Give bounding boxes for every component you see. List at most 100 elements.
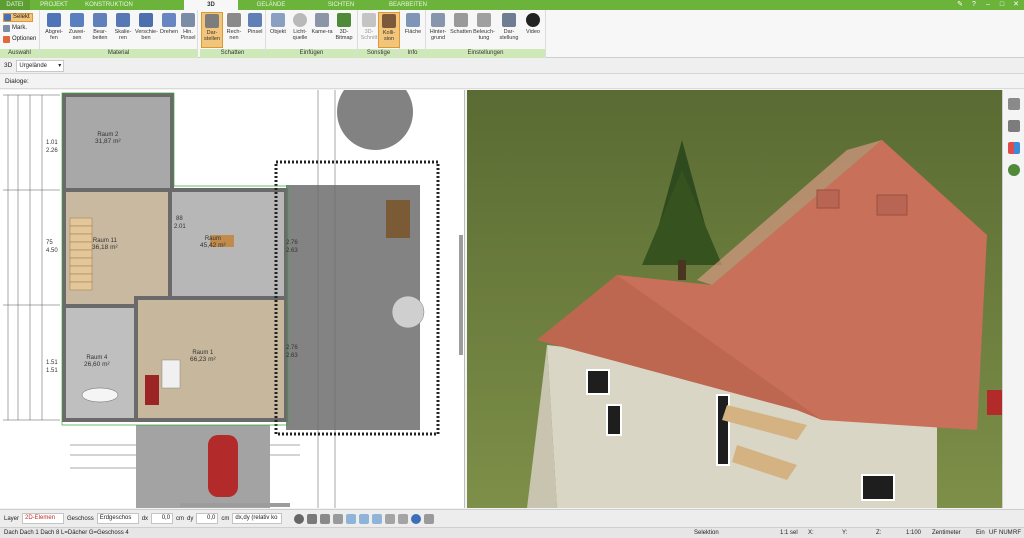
btn-abgreifen[interactable]: Abgrei-fen: [43, 12, 65, 48]
btn-schatten-settings[interactable]: Schatten: [450, 12, 472, 48]
btn-zuweisen[interactable]: Zuwei-sen: [66, 12, 88, 48]
status-y: Y:: [842, 530, 848, 536]
close-icon[interactable]: ✕: [1012, 1, 1020, 9]
tab-sichten[interactable]: SICHTEN: [304, 0, 378, 10]
side-tool-strip: [1002, 90, 1024, 508]
pin-icon[interactable]: ✎: [956, 1, 964, 9]
mark-icon: [3, 25, 10, 32]
minimize-icon[interactable]: –: [984, 1, 992, 9]
group-einfuegen: Objekt Licht-quelle Kame-ra 3D-Bitmap Ei…: [266, 10, 358, 58]
btn-video-label: Video: [526, 29, 540, 35]
btn-objekt[interactable]: Objekt: [267, 12, 289, 48]
tab-datei[interactable]: DATEI: [0, 0, 30, 10]
group-label-schatten: Schatten: [200, 49, 265, 58]
tab-gelaende[interactable]: GELÄNDE: [238, 0, 304, 10]
object-snap-icon[interactable]: [333, 513, 344, 524]
btn-kollision[interactable]: Kolli-sion: [378, 12, 400, 48]
dimension-label: 1.51: [46, 360, 58, 366]
btn-pinsel[interactable]: Pinsel: [244, 12, 266, 48]
dimension-label: 1.51: [46, 368, 58, 374]
house-shadow-icon: [454, 13, 468, 27]
help-icon[interactable]: ?: [970, 1, 978, 9]
mark-item[interactable]: Mark.: [3, 24, 27, 33]
snap-icon[interactable]: [307, 513, 318, 524]
layers-icon[interactable]: [1008, 98, 1020, 110]
status-num: NUM: [999, 530, 1013, 536]
chair-catalog-icon[interactable]: [1008, 120, 1020, 132]
layer-select[interactable]: 2D-Elemen: [22, 513, 65, 524]
move-icon: [139, 13, 153, 27]
tab-projekt[interactable]: PROJEKT: [30, 0, 78, 10]
btn-lichtquelle[interactable]: Licht-quelle: [289, 12, 311, 48]
btn-drehen[interactable]: Drehen: [158, 12, 180, 48]
plane-snap-icon[interactable]: [372, 513, 383, 524]
btn-rechnen[interactable]: Rech-nen: [223, 12, 245, 48]
dx-input[interactable]: 0,0: [151, 513, 174, 524]
floor-select[interactable]: Erdgeschos: [96, 513, 139, 524]
dimension-icon[interactable]: [398, 513, 409, 524]
brush-icon: [181, 13, 195, 27]
btn-darstellen[interactable]: Dar-stellen: [201, 12, 223, 48]
dy-unit: cm: [221, 515, 230, 522]
group-label-auswahl: Auswahl: [0, 49, 39, 58]
options-item[interactable]: Optionen: [3, 35, 36, 44]
play-icon: [526, 13, 540, 27]
btn-skalieren[interactable]: Skalie-ren: [112, 12, 134, 48]
btn-3d-schnitt-label: 3D-Schnitt: [360, 29, 378, 41]
clock-icon[interactable]: [294, 513, 305, 524]
btn-3d-bitmap[interactable]: 3D-Bitmap: [333, 12, 355, 48]
table-icon[interactable]: [385, 513, 396, 524]
export-icon[interactable]: [424, 513, 435, 524]
status-unit: Zentimeter: [932, 530, 961, 536]
grid-snap-icon[interactable]: [320, 513, 331, 524]
dx-label: dx: [141, 515, 149, 522]
angle-snap-icon[interactable]: [346, 513, 357, 524]
camera-icon: [315, 13, 329, 27]
btn-bearbeiten[interactable]: Bear-beiten: [89, 12, 111, 48]
dimension-label: 2.01: [174, 224, 186, 230]
btn-drehen-label: Drehen: [159, 29, 179, 35]
maximize-icon[interactable]: □: [998, 1, 1006, 9]
room-label: Raum 2 31,87 m²: [95, 132, 121, 145]
3d-view[interactable]: [467, 90, 1002, 508]
mark-label: Mark.: [12, 25, 27, 31]
btn-hin-pinsel[interactable]: Hin. Pinsel: [178, 12, 198, 48]
btn-darstellung[interactable]: Dar-stellung: [498, 12, 520, 48]
material-palette-icon[interactable]: [1008, 142, 1020, 154]
dimension-label: 1.01: [46, 140, 58, 146]
btn-hintergrund-label: Hinter-grund: [429, 29, 447, 41]
btn-kamera[interactable]: Kame-ra: [311, 12, 333, 48]
tab-3d[interactable]: 3D: [184, 0, 238, 10]
btn-video[interactable]: Video: [522, 12, 544, 48]
record-icon[interactable]: [411, 513, 422, 524]
lightbulb-icon: [293, 13, 307, 27]
btn-hintergrund[interactable]: Hinter-grund: [427, 12, 449, 48]
group-label-info: Info: [400, 49, 425, 58]
dy-input[interactable]: 0,0: [196, 513, 219, 524]
btn-verschieben-label: Verschie-ben: [135, 29, 158, 41]
floor-plan-2d-view[interactable]: Raum 2 31,87 m² Raum 11 36,18 m² Raum 45,42…: [0, 90, 465, 508]
scale-icon: [116, 13, 130, 27]
group-material: Abgrei-fen Zuwei-sen Bear-beiten Skalie-…: [40, 10, 198, 58]
btn-beleuchtung[interactable]: Beleuch-tung: [473, 12, 495, 48]
tab-bearbeiten[interactable]: BEARBEITEN: [378, 0, 438, 10]
select-item[interactable]: Selekt: [3, 13, 33, 22]
dimension-label: 88: [176, 216, 183, 222]
btn-3d-bitmap-label: 3D-Bitmap: [335, 29, 353, 41]
terrain-select[interactable]: Urgelände ▾: [16, 59, 65, 72]
btn-3d-schnitt[interactable]: 3D-Schnitt: [358, 12, 380, 48]
plant-catalog-icon[interactable]: [1008, 164, 1020, 176]
btn-verschieben[interactable]: Verschie-ben: [135, 12, 158, 48]
house-light-icon: [477, 13, 491, 27]
3d-house-render: [467, 90, 1002, 508]
ortho-icon[interactable]: [359, 513, 370, 524]
background-icon: [431, 13, 445, 27]
btn-flaeche-label: Fläche: [404, 29, 422, 35]
coordinate-mode-select[interactable]: dx,dy (relativ ko: [232, 513, 283, 524]
room-label: Raum 45,42 m²: [200, 236, 226, 249]
btn-flaeche[interactable]: Fläche: [402, 12, 424, 48]
group-label-einstellungen: Einstellungen: [426, 49, 545, 58]
btn-abgreifen-label: Abgrei-fen: [45, 29, 63, 41]
btn-schatten-settings-label: Schatten: [450, 29, 472, 35]
tab-konstruktion[interactable]: KONSTRUKTION: [78, 0, 140, 10]
